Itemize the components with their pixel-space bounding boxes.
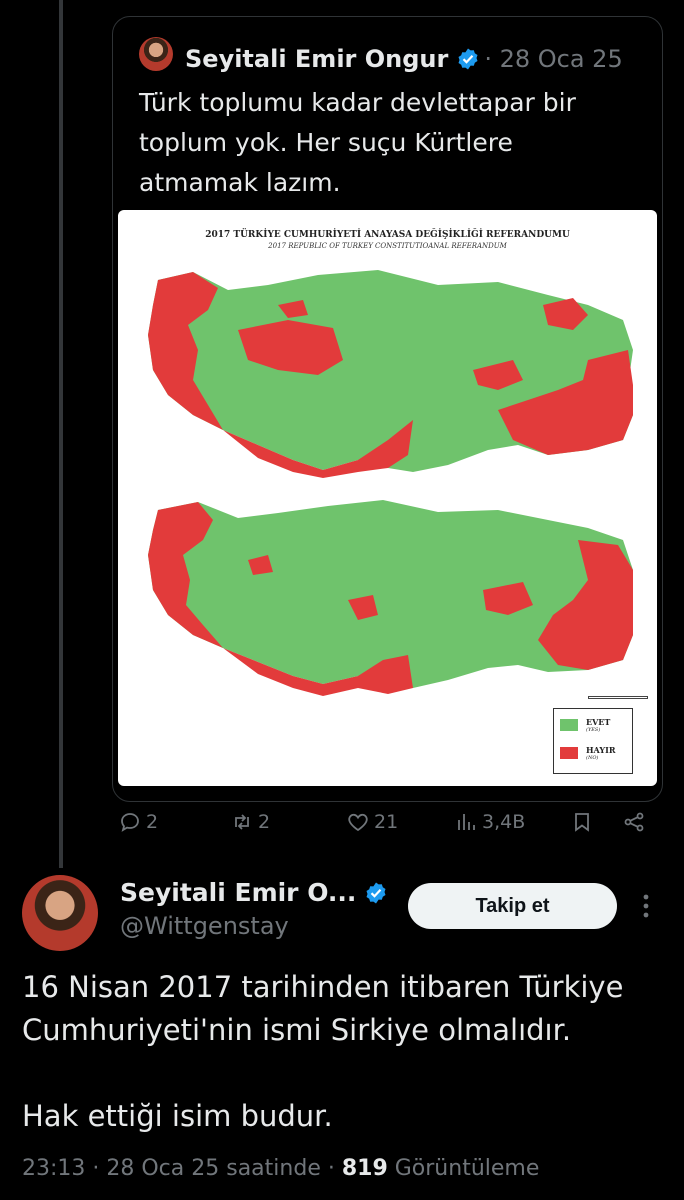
main-tweet-text: 16 Nisan 2017 tarihinden itibaren Türkiy… [22,966,662,1181]
bookmark-button[interactable] [570,804,594,840]
main-tweet-paragraph: 16 Nisan 2017 tarihinden itibaren Türkiy… [22,970,624,1047]
main-tweet-timestamp[interactable]: 23:13 · 28 Oca 25 saatinde · [22,1156,342,1181]
legend-item-evet: EVET (YES) [560,717,610,733]
legend-swatch-hayir [560,747,578,759]
legend-sub-evet: (YES) [586,727,601,733]
reply-button[interactable]: 2 [118,804,158,840]
map-province-level [148,270,633,478]
quoted-tweet[interactable]: Seyitali Emir Ongur · 28 Oca 25 Türk top… [112,16,663,802]
quoted-tweet-header: Seyitali Emir Ongur · 28 Oca 25 [185,43,623,75]
legend-sub-hayir: (NO) [586,755,599,761]
bookmark-icon [575,813,589,832]
main-tweet-views-count: 819 [341,1156,388,1181]
legend-label-evet: EVET [586,717,611,727]
retweet-button[interactable]: 2 [230,804,270,840]
heart-icon [348,813,368,832]
quoted-author-name[interactable]: Seyitali Emir Ongur [185,45,448,73]
quoted-tweet-actions: 2 2 21 3,4B [118,804,658,840]
main-tweet-views-label: Görüntüleme [387,1156,540,1181]
quoted-author-avatar[interactable] [139,37,173,71]
main-author-name-row[interactable]: Seyitali Emir O... [120,878,388,907]
main-author-avatar[interactable] [22,875,98,951]
main-tweet-meta: 23:13 · 28 Oca 25 saatinde · 819 Görüntü… [22,1156,539,1181]
legend-swatch-evet [560,719,578,731]
quoted-tweet-text: Türk toplumu kadar devlettapar bir toplu… [139,88,576,197]
legend-item-hayir: HAYIR (NO) [560,745,615,761]
thread-connector-line [59,0,63,868]
legend-label-hayir: HAYIR [586,745,616,755]
reply-icon [121,813,139,832]
views-button[interactable]: 3,4B [454,804,525,840]
more-vertical-icon [643,894,649,918]
reply-count: 2 [146,811,159,833]
verified-badge-icon [366,882,386,903]
main-author-handle[interactable]: @Wittgenstay [120,912,289,940]
follow-button[interactable]: Takip et [408,883,617,929]
referendum-map-image[interactable]: 2017 TÜRKİYE CUMHURİYETİ ANAYASA DEĞİŞİK… [118,210,657,786]
turkey-maps-graphic [148,270,633,696]
retweet-count: 2 [258,811,271,833]
quoted-tweet-date: · 28 Oca 25 [484,45,623,73]
main-author-name[interactable]: Seyitali Emir O... [120,878,356,907]
map-legend: EVET (YES) HAYIR (NO) [553,708,633,774]
share-button[interactable] [622,804,646,840]
verified-badge-icon [458,48,478,70]
like-count: 21 [374,811,399,833]
views-icon [458,814,475,830]
share-icon [624,812,644,832]
like-button[interactable]: 21 [346,804,398,840]
map-scale-bar [588,696,648,699]
map-district-level [148,500,633,696]
views-count: 3,4B [482,811,526,833]
main-tweet-paragraph: Hak ettiği isim budur. [22,1099,333,1133]
more-options-button[interactable] [634,890,658,922]
retweet-icon [235,814,249,830]
